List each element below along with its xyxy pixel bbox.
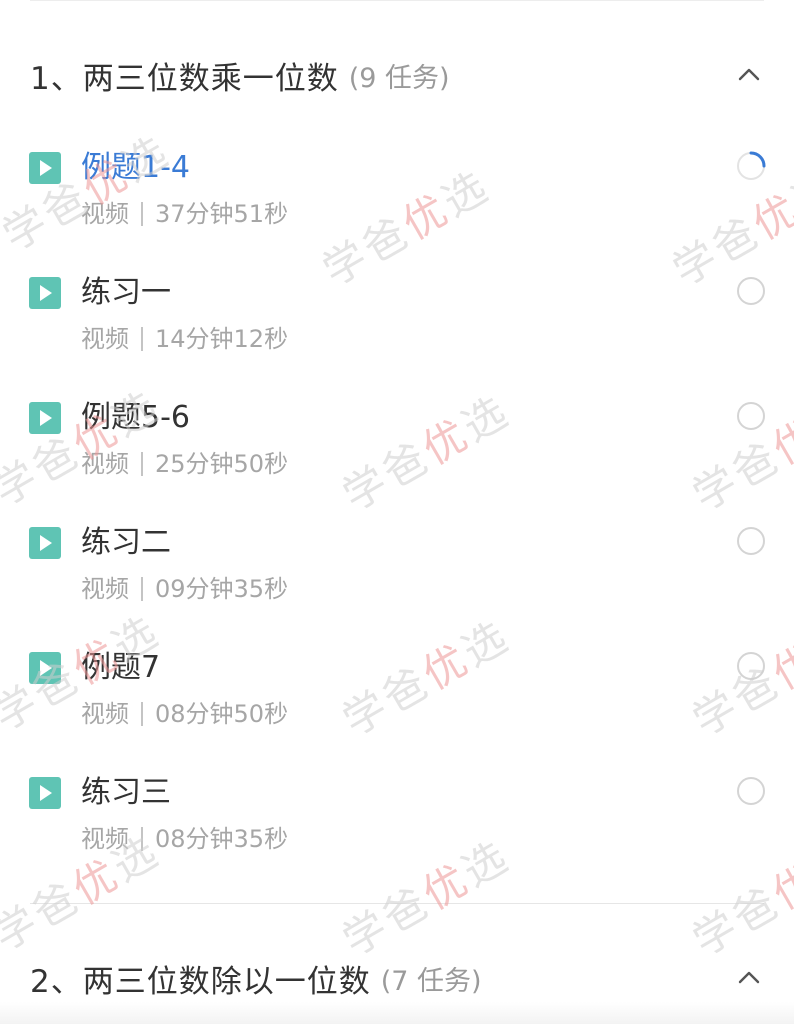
lesson-type: 视频 (81, 200, 129, 228)
status-circle-icon (735, 275, 767, 307)
status-circle-icon (735, 775, 767, 807)
lesson-type: 视频 (81, 325, 129, 353)
chevron-up-icon[interactable] (738, 64, 760, 86)
video-play-icon (29, 777, 61, 809)
status-circle-icon (735, 650, 767, 682)
lesson-duration: 25分钟50秒 (155, 450, 289, 478)
lesson-item[interactable]: 例题7 视频 08分钟50秒 (0, 650, 794, 777)
video-play-icon (29, 652, 61, 684)
section-divider (30, 903, 764, 904)
video-play-icon (29, 277, 61, 309)
lesson-title: 例题5-6 (81, 400, 190, 435)
chevron-up-icon[interactable] (738, 967, 760, 989)
lesson-item[interactable]: 练习三 视频 08分钟35秒 (0, 775, 794, 902)
video-play-icon (29, 152, 61, 184)
lesson-title: 例题1-4 (81, 150, 190, 185)
lesson-type: 视频 (81, 700, 129, 728)
lesson-meta: 视频 37分钟51秒 (81, 194, 288, 234)
section-task-count: (9 任务) (348, 62, 450, 94)
lesson-title: 练习二 (81, 525, 171, 560)
lesson-type: 视频 (81, 575, 129, 603)
lesson-item[interactable]: 例题1-4 视频 37分钟51秒 (0, 150, 794, 277)
loading-spinner-icon (735, 150, 767, 182)
bottom-fade (0, 1002, 794, 1024)
lesson-duration: 14分钟12秒 (155, 325, 289, 353)
lesson-meta: 视频 08分钟35秒 (81, 819, 288, 859)
lesson-item[interactable]: 练习一 视频 14分钟12秒 (0, 275, 794, 402)
lesson-duration: 08分钟50秒 (155, 700, 289, 728)
section-title: 2、两三位数除以一位数 (30, 963, 371, 1000)
lesson-type: 视频 (81, 450, 129, 478)
lesson-meta: 视频 08分钟50秒 (81, 694, 288, 734)
status-circle-icon (735, 400, 767, 432)
meta-separator (141, 702, 143, 726)
lesson-meta: 视频 14分钟12秒 (81, 319, 288, 359)
video-play-icon (29, 402, 61, 434)
meta-separator (141, 577, 143, 601)
section-task-count: (7 任务) (380, 965, 482, 997)
lesson-duration: 37分钟51秒 (155, 200, 289, 228)
lesson-meta: 视频 09分钟35秒 (81, 569, 288, 609)
lesson-item[interactable]: 练习二 视频 09分钟35秒 (0, 525, 794, 652)
lesson-title: 练习三 (81, 775, 171, 810)
meta-separator (141, 827, 143, 851)
section-1-header[interactable]: 1、两三位数乘一位数 (9 任务) (0, 40, 794, 110)
lesson-title: 例题7 (81, 650, 161, 685)
top-divider (30, 0, 764, 1)
status-circle-icon (735, 525, 767, 557)
meta-separator (141, 452, 143, 476)
meta-separator (141, 327, 143, 351)
lesson-duration: 09分钟35秒 (155, 575, 289, 603)
lesson-item[interactable]: 例题5-6 视频 25分钟50秒 (0, 400, 794, 527)
video-play-icon (29, 527, 61, 559)
meta-separator (141, 202, 143, 226)
lesson-type: 视频 (81, 825, 129, 853)
lesson-meta: 视频 25分钟50秒 (81, 444, 288, 484)
lesson-title: 练习一 (81, 275, 171, 310)
section-title: 1、两三位数乘一位数 (30, 60, 339, 97)
lesson-duration: 08分钟35秒 (155, 825, 289, 853)
